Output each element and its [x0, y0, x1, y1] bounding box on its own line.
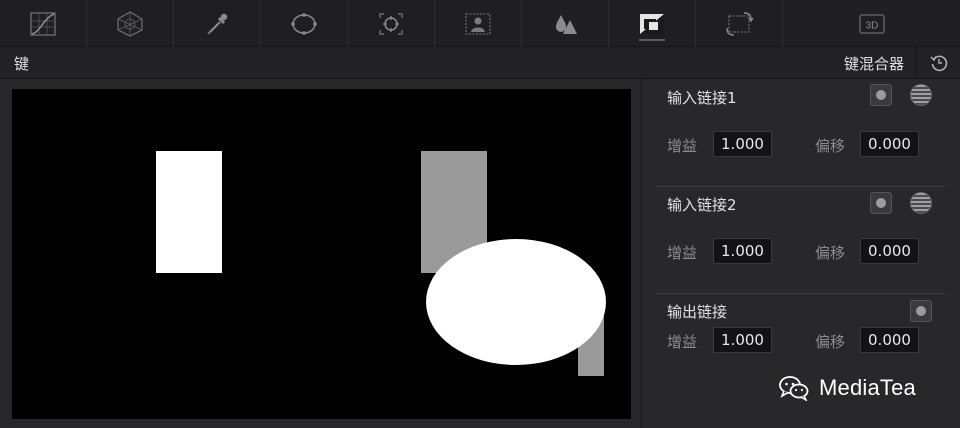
input1-invert-button[interactable]	[870, 84, 892, 106]
tool-color-warper[interactable]	[87, 0, 174, 47]
toolbar: 3D	[0, 0, 960, 47]
tool-3d[interactable]: 3D	[783, 0, 960, 47]
3d-icon: 3D	[858, 13, 885, 34]
tool-tracker[interactable]	[348, 0, 435, 47]
input2-invert-button[interactable]	[870, 192, 892, 214]
output-gain-label: 增益	[667, 333, 698, 351]
key-matte-rect-white	[156, 151, 222, 273]
input2-gain-label: 增益	[667, 244, 698, 262]
key-viewer-area	[0, 79, 642, 428]
output-invert-button[interactable]	[910, 300, 932, 322]
sizing-icon	[726, 11, 754, 36]
key-icon	[640, 13, 664, 34]
reset-icon	[929, 55, 947, 71]
key-matte-ellipse	[426, 239, 606, 365]
input2-mask-button[interactable]	[910, 192, 932, 214]
divider	[656, 293, 946, 294]
input1-gain-label: 增益	[667, 137, 698, 155]
viewer-title: 键	[14, 55, 30, 73]
reset-button[interactable]	[916, 47, 960, 78]
key-mixer-title: 键混合器	[843, 55, 904, 73]
qualifier-eyedropper-icon	[207, 13, 228, 35]
input2-title: 输入链接2	[667, 196, 737, 214]
watermark: MediaTea	[779, 372, 916, 404]
curves-icon	[30, 11, 56, 36]
input1-mask-button[interactable]	[910, 84, 932, 106]
input1-gain-field[interactable]: 1.000	[713, 131, 772, 157]
input1-title: 输入链接1	[667, 89, 737, 107]
tool-magic-mask[interactable]	[435, 0, 522, 47]
blur-icon	[556, 14, 577, 34]
input2-gain-field[interactable]: 1.000	[713, 238, 772, 264]
tracker-icon	[379, 12, 403, 35]
divider	[656, 186, 946, 187]
key-preview	[12, 89, 631, 419]
magic-mask-icon	[465, 12, 491, 35]
output-offset-label: 偏移	[815, 333, 846, 351]
output-title: 输出链接	[667, 303, 728, 321]
power-window-icon	[291, 12, 317, 35]
watermark-text: MediaTea	[819, 375, 916, 400]
input1-offset-label: 偏移	[815, 137, 846, 155]
panel-header: 键 键混合器	[0, 47, 960, 79]
input2-offset-label: 偏移	[815, 244, 846, 262]
tool-qualifier[interactable]	[174, 0, 261, 47]
input1-offset-field[interactable]: 0.000	[860, 131, 919, 157]
output-gain-field[interactable]: 1.000	[713, 327, 772, 353]
color-warper-icon	[117, 10, 143, 37]
input2-offset-field[interactable]: 0.000	[860, 238, 919, 264]
output-offset-field[interactable]: 0.000	[860, 327, 919, 353]
tool-window[interactable]	[261, 0, 348, 47]
tool-blur[interactable]	[522, 0, 609, 47]
tool-curves[interactable]	[0, 0, 87, 47]
tool-key[interactable]	[609, 0, 696, 47]
tool-sizing[interactable]	[696, 0, 783, 47]
wechat-icon	[779, 376, 809, 401]
3d-label: 3D	[865, 20, 878, 31]
